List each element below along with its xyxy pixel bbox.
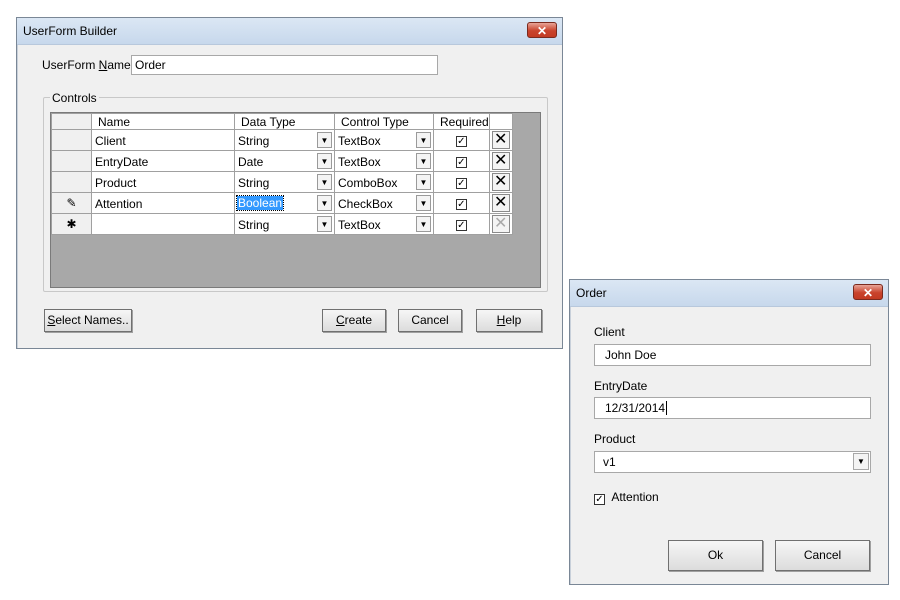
- close-icon: ✕: [536, 24, 548, 38]
- product-combobox-value: v1: [603, 455, 616, 469]
- dropdown-arrow-icon[interactable]: ▼: [416, 195, 431, 211]
- dropdown-arrow-icon[interactable]: ▼: [416, 216, 431, 232]
- dropdown-arrow-icon[interactable]: ▼: [853, 453, 869, 470]
- delete-row-icon-disabled: ✕: [491, 215, 510, 233]
- ok-button[interactable]: Ok: [668, 540, 763, 571]
- data-type-cell[interactable]: Boolean ▼: [234, 192, 335, 214]
- product-label: Product: [594, 432, 636, 446]
- name-cell[interactable]: Product: [91, 171, 235, 193]
- delete-cell[interactable]: ✕: [488, 171, 513, 193]
- checkbox-checked-icon[interactable]: ✓: [455, 199, 467, 210]
- table-row[interactable]: EntryDate Date ▼ TextBox ▼ ✓ ✕: [51, 150, 513, 172]
- dropdown-arrow-icon[interactable]: ▼: [317, 216, 332, 232]
- table-row[interactable]: Client String ▼ TextBox ▼ ✓ ✕: [51, 129, 513, 151]
- checkbox-checked-icon[interactable]: ✓: [455, 178, 467, 189]
- row-header-corner: [51, 113, 92, 130]
- builder-titlebar: UserForm Builder ✕: [17, 18, 562, 45]
- attention-label: Attention: [611, 490, 659, 504]
- order-title: Order: [576, 286, 607, 300]
- selected-data-type[interactable]: Boolean: [235, 195, 285, 211]
- checkbox-checked-icon[interactable]: ✓: [455, 157, 467, 168]
- column-header-data-type[interactable]: Data Type: [234, 113, 335, 130]
- dropdown-arrow-icon[interactable]: ▼: [317, 195, 332, 211]
- controls-group-label: Controls: [50, 91, 99, 105]
- client-field[interactable]: John Doe: [594, 344, 871, 366]
- name-cell[interactable]: [91, 213, 235, 235]
- dropdown-arrow-icon[interactable]: ▼: [317, 132, 332, 148]
- column-header-name[interactable]: Name: [91, 113, 235, 130]
- dropdown-arrow-icon[interactable]: ▼: [416, 153, 431, 169]
- delete-row-icon[interactable]: ✕: [491, 173, 510, 191]
- column-header-delete: [488, 113, 513, 130]
- create-button[interactable]: Create: [322, 309, 386, 332]
- required-cell[interactable]: ✓: [433, 213, 490, 235]
- table-row-editing[interactable]: ✎ Attention Boolean ▼ CheckBox ▼ ✓ ✕: [51, 192, 513, 214]
- row-indicator[interactable]: [51, 171, 92, 193]
- order-titlebar: Order ✕: [570, 280, 888, 307]
- order-close-button[interactable]: ✕: [853, 284, 883, 300]
- dropdown-arrow-icon[interactable]: ▼: [317, 153, 332, 169]
- data-type-cell[interactable]: String ▼: [234, 129, 335, 151]
- delete-cell: ✕: [488, 213, 513, 235]
- cancel-button[interactable]: Cancel: [398, 309, 462, 332]
- column-header-control-type[interactable]: Control Type: [334, 113, 434, 130]
- entrydate-label: EntryDate: [594, 379, 648, 393]
- pencil-icon: ✎: [51, 192, 92, 214]
- userform-builder-window: UserForm Builder ✕ UserForm Name: Order …: [16, 17, 563, 349]
- order-form-window: Order ✕ Client John Doe EntryDate 12/31/…: [569, 279, 889, 585]
- delete-row-icon[interactable]: ✕: [491, 131, 510, 149]
- data-type-cell[interactable]: String ▼: [234, 213, 335, 235]
- control-type-cell[interactable]: ComboBox ▼: [334, 171, 434, 193]
- help-button[interactable]: Help: [476, 309, 542, 332]
- form-name-input[interactable]: Order: [131, 55, 438, 75]
- checkbox-checked-icon[interactable]: ✓: [455, 220, 467, 231]
- dropdown-arrow-icon[interactable]: ▼: [317, 174, 332, 190]
- data-type-cell[interactable]: String ▼: [234, 171, 335, 193]
- dropdown-arrow-icon[interactable]: ▼: [416, 132, 431, 148]
- delete-cell[interactable]: ✕: [488, 192, 513, 214]
- controls-datagrid[interactable]: Name Data Type Control Type Required Cli…: [50, 112, 541, 288]
- checkbox-checked-icon[interactable]: ✓: [594, 494, 605, 505]
- product-combobox[interactable]: v1 ▼: [594, 451, 871, 473]
- client-label: Client: [594, 325, 625, 339]
- controls-table: Name Data Type Control Type Required Cli…: [51, 113, 513, 235]
- form-name-label: UserForm Name:: [42, 58, 135, 72]
- order-cancel-button[interactable]: Cancel: [775, 540, 870, 571]
- delete-cell[interactable]: ✕: [488, 129, 513, 151]
- builder-title: UserForm Builder: [23, 24, 118, 38]
- dropdown-arrow-icon[interactable]: ▼: [416, 174, 431, 190]
- checkbox-checked-icon[interactable]: ✓: [455, 136, 467, 147]
- control-type-cell[interactable]: TextBox ▼: [334, 150, 434, 172]
- name-cell[interactable]: EntryDate: [91, 150, 235, 172]
- delete-row-icon[interactable]: ✕: [491, 194, 510, 212]
- table-row[interactable]: Product String ▼ ComboBox ▼ ✓ ✕: [51, 171, 513, 193]
- grid-header-row: Name Data Type Control Type Required: [51, 113, 513, 130]
- required-cell[interactable]: ✓: [433, 129, 490, 151]
- required-cell[interactable]: ✓: [433, 150, 490, 172]
- required-cell[interactable]: ✓: [433, 171, 490, 193]
- table-row-new[interactable]: ✱ String ▼ TextBox ▼ ✓ ✕: [51, 213, 513, 235]
- name-cell[interactable]: Client: [91, 129, 235, 151]
- column-header-required[interactable]: Required: [433, 113, 490, 130]
- attention-checkbox[interactable]: ✓ Attention: [594, 490, 659, 505]
- select-names-button[interactable]: Select Names..: [44, 309, 132, 332]
- control-type-cell[interactable]: TextBox ▼: [334, 213, 434, 235]
- builder-close-button[interactable]: ✕: [527, 22, 557, 38]
- row-indicator[interactable]: [51, 150, 92, 172]
- delete-cell[interactable]: ✕: [488, 150, 513, 172]
- delete-row-icon[interactable]: ✕: [491, 152, 510, 170]
- control-type-cell[interactable]: CheckBox ▼: [334, 192, 434, 214]
- name-cell[interactable]: Attention: [91, 192, 235, 214]
- close-icon: ✕: [862, 286, 874, 300]
- new-row-asterisk-icon: ✱: [51, 213, 92, 235]
- controls-group: Controls Name Data Type Control Type Req…: [43, 91, 548, 292]
- entrydate-field[interactable]: 12/31/2014: [594, 397, 871, 419]
- row-indicator[interactable]: [51, 129, 92, 151]
- data-type-cell[interactable]: Date ▼: [234, 150, 335, 172]
- required-cell[interactable]: ✓: [433, 192, 490, 214]
- control-type-cell[interactable]: TextBox ▼: [334, 129, 434, 151]
